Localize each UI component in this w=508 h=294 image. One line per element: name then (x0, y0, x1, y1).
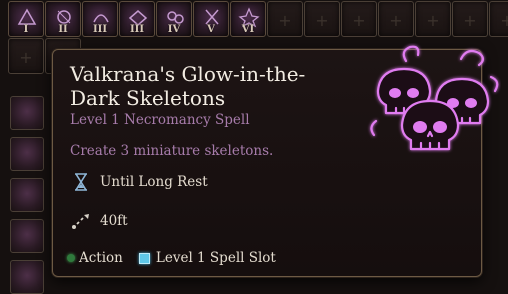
slot-level-label: VI (241, 24, 255, 35)
cost-footer: Action Level 1 Spell Slot (67, 250, 276, 266)
spell-subtitle: Level 1 Necromancy Spell (70, 112, 250, 128)
spell-title: Valkrana's Glow-in-the-Dark Skeletons (70, 62, 306, 110)
side-spell-icon[interactable] (10, 219, 44, 253)
spell-slot-level-1[interactable]: I (8, 1, 44, 37)
range-row: 40ft (70, 209, 128, 233)
range-text: 40ft (100, 213, 128, 229)
hourglass-icon (75, 173, 87, 191)
slot-level-label: III (129, 24, 145, 35)
spell-slot-level-2[interactable]: II (45, 1, 81, 37)
slot-level-label: I (23, 24, 29, 35)
duration-text: Until Long Rest (100, 174, 208, 190)
empty-spell-slot[interactable]: + (8, 38, 44, 74)
side-spell-icon[interactable] (10, 96, 44, 130)
spell-slot-indicator-icon (138, 252, 150, 264)
spell-tooltip: Valkrana's Glow-in-the-Dark Skeletons Le… (52, 45, 499, 277)
range-arrow-icon (72, 214, 89, 229)
plus-icon: + (315, 11, 329, 30)
plus-icon: + (19, 48, 33, 67)
empty-spell-slot[interactable]: + (304, 1, 340, 37)
spell-slot-level-5[interactable]: V (193, 1, 229, 37)
empty-spell-slot[interactable]: + (341, 1, 377, 37)
plus-icon: + (278, 11, 292, 30)
slot-level-label: II (58, 24, 68, 35)
side-spell-icon[interactable] (10, 137, 44, 171)
empty-spell-slot[interactable]: + (378, 1, 414, 37)
duration-row: Until Long Rest (70, 170, 208, 194)
plus-icon: + (389, 11, 403, 30)
slot-level-label: V (207, 24, 215, 35)
side-spell-icon[interactable] (10, 260, 44, 294)
plus-icon: + (352, 11, 366, 30)
side-spell-icon[interactable] (10, 178, 44, 212)
empty-spell-slot[interactable]: + (489, 1, 508, 37)
glowing-skulls-icon (370, 45, 499, 151)
empty-spell-slot[interactable]: + (415, 1, 451, 37)
spell-slot-level-4[interactable]: IV (156, 1, 192, 37)
empty-spell-slot[interactable]: + (452, 1, 488, 37)
spell-slot-level-3[interactable]: III (82, 1, 118, 37)
plus-icon: + (426, 11, 440, 30)
spell-slot-level-6[interactable]: VI (230, 1, 266, 37)
spell-slot-cost: Level 1 Spell Slot (155, 250, 276, 266)
spell-slot-level-3b[interactable]: III (119, 1, 155, 37)
empty-spell-slot[interactable]: + (267, 1, 303, 37)
plus-icon: + (463, 11, 477, 30)
action-indicator-icon (67, 254, 75, 262)
action-cost: Action (79, 250, 123, 266)
spell-description: Create 3 miniature skeletons. (70, 143, 274, 159)
plus-icon: + (500, 11, 508, 30)
slot-level-label: IV (167, 24, 181, 35)
slot-level-label: III (92, 24, 108, 35)
